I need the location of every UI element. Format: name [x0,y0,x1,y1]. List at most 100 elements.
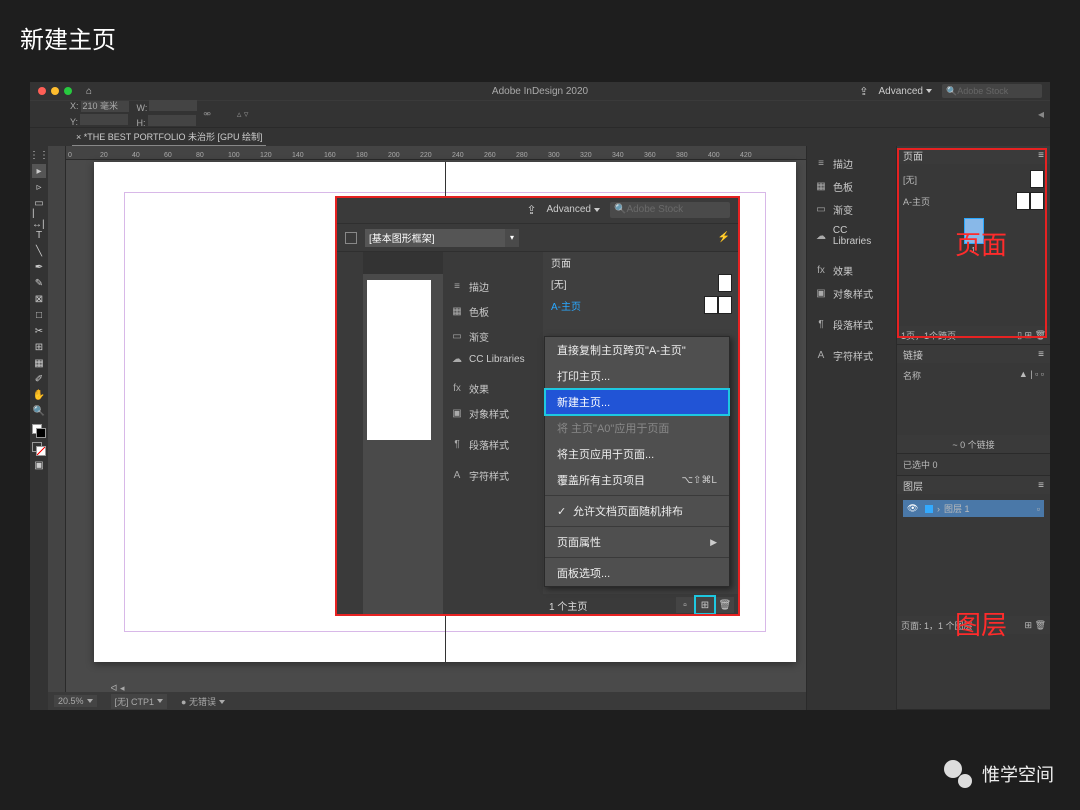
type-tool[interactable]: T [32,228,46,242]
direct-selection-tool[interactable]: ▹ [32,180,46,194]
watermark-logo-icon [944,760,972,788]
rectangle-tool[interactable]: □ [32,308,46,322]
preflight-status[interactable]: ● 无错误 [181,695,224,708]
menu-new-master[interactable]: 新建主页... [545,389,729,415]
object-style-dropdown[interactable]: [基本图形框架]▾ [365,229,505,247]
panel-effects[interactable]: fx效果 [443,376,543,401]
panel-swatches[interactable]: ▦色板 [807,175,896,198]
new-page-button[interactable]: ⊞ [696,597,714,613]
ruler-horizontal: 0204060801001201401601802002202402602803… [66,146,806,160]
quick-apply-icon[interactable]: ⚡ [718,232,730,243]
page-nav[interactable]: ᐊ ◂ [无] CTP1 ▸ ᐅ [111,683,168,711]
menu-override-all[interactable]: 覆盖所有主页项目⌥⇧⌘L [545,467,729,493]
menu-page-attributes[interactable]: 页面属性▶ [545,529,729,555]
master-a-row[interactable]: A-主页 [903,190,1044,212]
panel-paragraph-styles[interactable]: ¶段落样式 [443,432,543,457]
panel-cc-libraries[interactable]: ☁CC Libraries [443,349,543,370]
y-field[interactable] [80,114,128,125]
titlebar: ⌂ Adobe InDesign 2020 ⇪ Advanced 🔍 Adobe… [30,82,1050,100]
fill-stroke-swatch[interactable] [32,424,46,438]
default-swatch[interactable] [32,442,46,456]
x-field[interactable]: 210 毫米 [81,101,129,112]
window-controls[interactable] [38,87,72,95]
panel-cc-libraries[interactable]: ☁CC Libraries [807,221,896,251]
style-swatch-icon[interactable] [345,232,357,244]
layers-footer-buttons[interactable]: ⊞ 🗑 [1025,620,1046,631]
master-none-row[interactable]: [无] [543,272,740,294]
eyedropper-tool[interactable]: ✐ [32,372,46,386]
ruler-vertical [48,146,66,710]
panel-paragraph-styles[interactable]: ¶段落样式 [807,313,896,336]
pages-panel-title[interactable]: 页面 [903,148,923,163]
view-mode-icon[interactable]: ▣ [32,458,46,472]
frame-tool[interactable]: ⊠ [32,292,46,306]
menu-apply-a0: 将 主页"A0"应用于页面 [545,415,729,441]
links-panel: 链接≡ 名称▲ | ▫ ▫ ~ 0 个链接 已选中 0 [897,345,1050,476]
panel-gradient[interactable]: ▭渐变 [807,198,896,221]
panel-char-styles[interactable]: A字符样式 [807,344,896,367]
panel-swatches[interactable]: ▦色板 [443,299,543,324]
delete-page-button[interactable]: 🗑 [716,597,734,613]
selection-tool[interactable]: ▸ [32,164,46,178]
document-tab[interactable]: × *THE BEST PORTFOLIO 未治形 [GPU 绘制] [72,128,266,146]
zoom-select[interactable]: 20.5% [54,695,97,707]
menu-duplicate-master[interactable]: 直接复制主页跨页"A-主页" [545,337,729,363]
transform-tool[interactable]: ⊞ [32,340,46,354]
layers-footer: 页面: 1，1 个图层⊞ 🗑 [897,616,1050,634]
grabber-icon[interactable]: ⋮⋮ [32,148,46,162]
page-title: 新建主页 [20,20,116,55]
h-field[interactable] [148,115,196,126]
master-none-row[interactable]: [无] [903,168,1044,190]
menu-print-master[interactable]: 打印主页... [545,363,729,389]
layer-row[interactable]: 👁›图层 1▫ [903,500,1044,517]
tool-palette: ⋮⋮ ▸ ▹ ▭ |↔| T ╲ ✒ ✎ ⊠ □ ✂ ⊞ ▦ ✐ ✋ 🔍 ▣ [30,146,48,710]
panel-gradient[interactable]: ▭渐变 [443,324,543,349]
pages-footer-buttons[interactable]: ▯ ⊞ 🗑 [1017,330,1046,341]
share-icon[interactable]: ⇪ [526,203,536,217]
panel-menu-icon[interactable]: ≡ [1038,150,1044,161]
panel-menu-icon[interactable]: ≡ [1038,480,1044,491]
pencil-tool[interactable]: ✎ [32,276,46,290]
panel-stroke[interactable]: ≡描边 [443,274,543,299]
watermark: 惟学空间 [944,760,1054,788]
menu-apply-master-to-pages[interactable]: 将主页应用于页面... [545,441,729,467]
panel-object-styles[interactable]: ▣对象样式 [443,401,543,426]
layers-panel: 图层 ≡ 👁›图层 1▫ 页面: 1，1 个图层⊞ 🗑 [897,476,1050,710]
status-bar: 20.5% ᐊ ◂ [无] CTP1 ▸ ᐅ ● 无错误 [48,692,806,710]
line-tool[interactable]: ╲ [32,244,46,258]
panel-stroke[interactable]: ≡描边 [807,152,896,175]
pen-tool[interactable]: ✒ [32,260,46,274]
pages-count-label: 1 个主页 [549,598,587,613]
gradient-tool[interactable]: ▦ [32,356,46,370]
share-icon[interactable]: ⇪ [859,85,868,98]
menu-panel-options[interactable]: 面板选项... [545,560,729,586]
collapsed-panels: ≡描边 ▦色板 ▭渐变 ☁CC Libraries fx效果 ▣对象样式 ¶段落… [806,146,896,710]
home-icon[interactable]: ⌂ [86,86,92,97]
panel-char-styles[interactable]: A字符样式 [443,463,543,488]
menu-allow-shuffle[interactable]: ✓允许文档页面随机排布 [545,498,729,524]
workspace-dropdown[interactable]: Advanced [547,204,600,215]
page-thumbnail[interactable] [903,218,1044,244]
layers-panel-title[interactable]: 图层 [903,478,923,493]
search-input[interactable]: 🔍 Adobe Stock [610,202,730,218]
search-input[interactable]: 🔍 Adobe Stock [942,84,1042,98]
workspace-dropdown[interactable]: Advanced [879,86,932,97]
w-field[interactable] [149,100,197,111]
hand-tool[interactable]: ✋ [32,388,46,402]
right-panels: 页面≡ [无] A-主页 1 1页，1个跨页▯ ⊞ 🗑 链接≡ 名称▲ | ▫ … [896,146,1050,710]
links-panel-title[interactable]: 链接 [903,347,923,362]
link-wh-icon[interactable]: ⚮ [203,109,211,120]
panel-object-styles[interactable]: ▣对象样式 [807,282,896,305]
collapse-bar-icon[interactable]: ◂ [1038,107,1044,121]
zoom-tool[interactable]: 🔍 [32,404,46,418]
pages-context-menu: 直接复制主页跨页"A-主页" 打印主页... 新建主页... 将 主页"A0"应… [544,336,730,587]
gap-tool[interactable]: |↔| [32,212,46,226]
app-title: Adobe InDesign 2020 [492,86,588,97]
scale-icon[interactable]: ▵ ▿ [237,109,249,120]
scissors-tool[interactable]: ✂ [32,324,46,338]
panel-menu-icon[interactable]: ≡ [1038,349,1044,360]
panel-effects[interactable]: fx效果 [807,259,896,282]
master-a-row[interactable]: A-主页 [543,294,740,316]
edit-page-size-button[interactable]: ▫ [676,597,694,613]
pages-panel: 页面≡ [无] A-主页 1 1页，1个跨页▯ ⊞ 🗑 [897,146,1050,345]
